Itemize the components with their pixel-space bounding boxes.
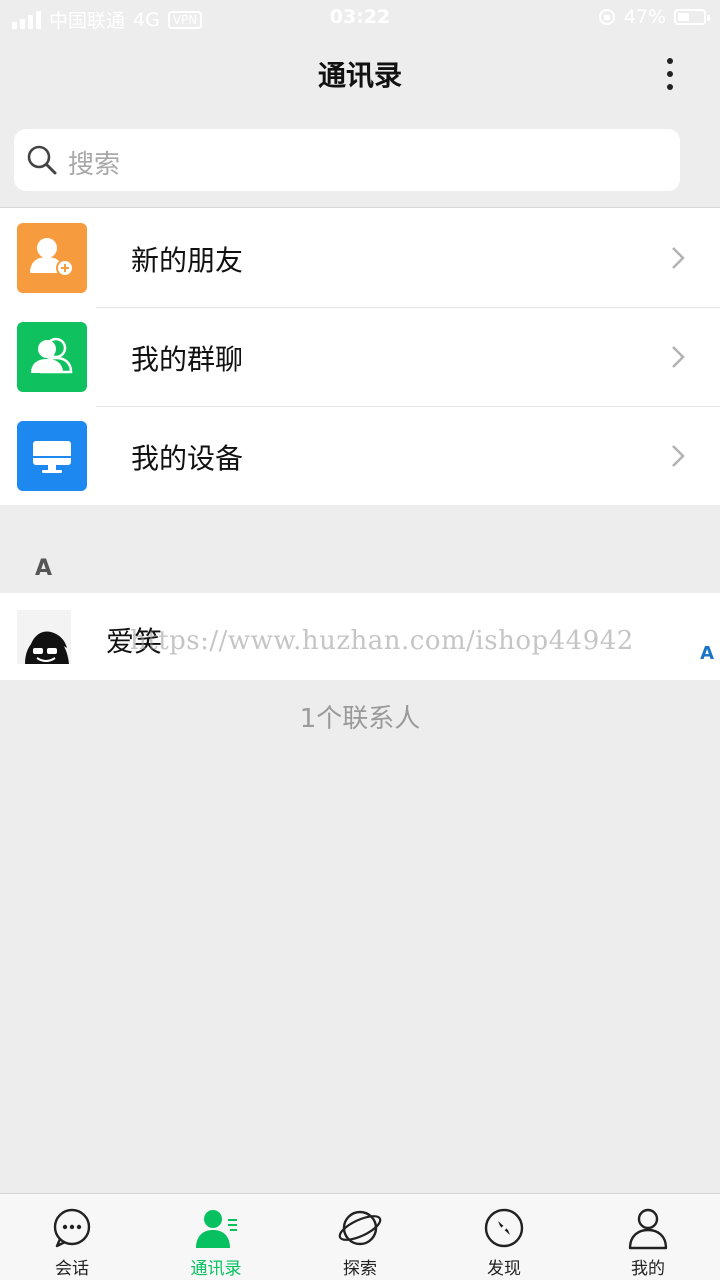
watermark-text: https://www.huzhan.com/ishop44942 <box>130 626 634 656</box>
contact-row[interactable]: 爱笑 https://www.huzhan.com/ishop44942 A <box>0 593 720 680</box>
tab-chats[interactable]: 会话 <box>0 1194 144 1280</box>
tab-label: 通讯录 <box>190 1259 242 1279</box>
chat-icon <box>53 1208 91 1248</box>
more-icon[interactable] <box>660 56 680 92</box>
tab-explore[interactable]: 探索 <box>288 1194 432 1280</box>
avatar <box>17 610 71 664</box>
tab-label: 我的 <box>631 1259 665 1279</box>
section-header: A <box>35 556 53 581</box>
tab-me[interactable]: 我的 <box>576 1194 720 1280</box>
search-input[interactable]: 搜索 <box>14 129 680 191</box>
contact-count: 1个联系人 <box>299 704 421 734</box>
search-placeholder: 搜索 <box>68 150 121 180</box>
alphabet-index[interactable]: A <box>700 643 714 664</box>
menu-item-group-chats[interactable]: 我的群聊 <box>0 307 720 406</box>
search-icon <box>27 145 57 175</box>
tab-label: 发现 <box>487 1259 521 1279</box>
menu-item-new-friends[interactable]: 新的朋友 <box>0 208 720 307</box>
battery-icon <box>674 9 710 25</box>
tab-discover[interactable]: 发现 <box>432 1194 576 1280</box>
battery-fill <box>678 13 690 21</box>
menu-item-label: 新的朋友 <box>131 244 244 277</box>
device-icon <box>17 421 87 491</box>
tab-contacts[interactable]: 通讯录 <box>144 1194 288 1280</box>
tab-bar: 会话 通讯录 探索 发现 我的 <box>0 1193 720 1280</box>
planet-icon <box>338 1210 382 1246</box>
page-title: 通讯录 <box>317 59 402 92</box>
chevron-right-icon <box>672 346 685 368</box>
status-right: 47% <box>598 6 710 28</box>
chevron-right-icon <box>672 247 685 269</box>
menu-item-devices[interactable]: 我的设备 <box>0 406 720 505</box>
contacts-icon <box>196 1210 237 1248</box>
new-friend-icon <box>17 223 87 293</box>
menu-list: 新的朋友 我的群聊 我的设备 <box>0 208 720 505</box>
menu-item-label: 我的群聊 <box>131 343 244 376</box>
chevron-right-icon <box>672 445 685 467</box>
profile-icon <box>628 1208 668 1250</box>
rotation-lock-icon <box>598 9 615 25</box>
status-bar: 中国联通 4G VPN 03:22 47% <box>0 0 720 36</box>
header: 通讯录 <box>0 36 720 112</box>
battery-percent: 47% <box>623 6 666 28</box>
menu-item-label: 我的设备 <box>131 442 244 475</box>
compass-icon <box>484 1208 524 1248</box>
group-chat-icon <box>17 322 87 392</box>
tab-label: 会话 <box>55 1259 89 1279</box>
tab-label: 探索 <box>343 1259 377 1279</box>
